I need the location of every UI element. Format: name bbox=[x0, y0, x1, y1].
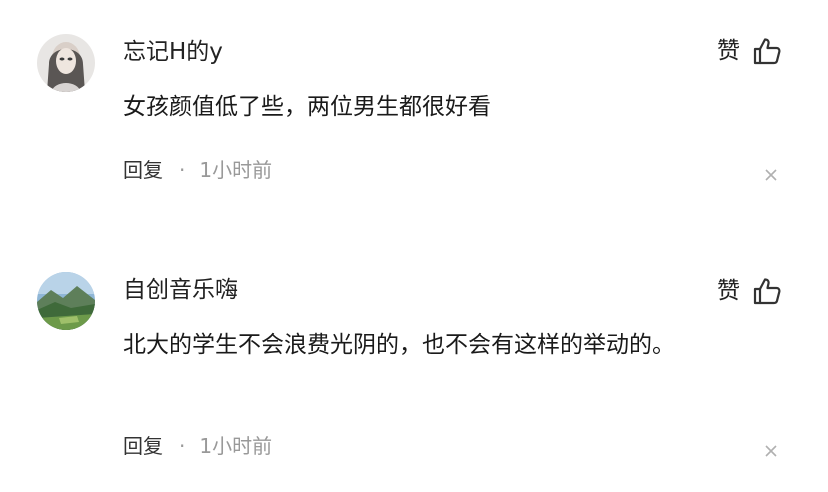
like-label: 赞 bbox=[717, 38, 740, 64]
reply-button[interactable]: 回复 bbox=[123, 434, 163, 458]
comment-meta: 回复 · 1小时前 bbox=[123, 158, 272, 182]
like-label: 赞 bbox=[717, 278, 740, 304]
separator-dot: · bbox=[179, 434, 186, 458]
close-icon[interactable] bbox=[764, 444, 778, 458]
comment-list: 忘记H的y 赞 女孩颜值低了些，两位男生都很好看 回复 · 1小时前 自创音乐嗨… bbox=[0, 0, 828, 492]
timestamp: 1小时前 bbox=[199, 158, 273, 182]
avatar-portrait-image bbox=[37, 34, 95, 92]
user-avatar[interactable] bbox=[37, 272, 95, 330]
separator-dot: · bbox=[179, 158, 186, 182]
avatar-landscape-image bbox=[37, 272, 95, 330]
thumbs-up-icon bbox=[752, 36, 782, 66]
like-button[interactable]: 赞 bbox=[717, 36, 782, 66]
user-avatar[interactable] bbox=[37, 34, 95, 92]
thumbs-up-icon bbox=[752, 276, 782, 306]
reply-button[interactable]: 回复 bbox=[123, 158, 163, 182]
timestamp: 1小时前 bbox=[199, 434, 273, 458]
comment-item: 忘记H的y 赞 女孩颜值低了些，两位男生都很好看 回复 · 1小时前 bbox=[0, 0, 828, 246]
like-button[interactable]: 赞 bbox=[717, 276, 782, 306]
comment-item: 自创音乐嗨 赞 北大的学生不会浪费光阴的，也不会有这样的举动的。 回复 · 1小… bbox=[0, 246, 828, 492]
username[interactable]: 忘记H的y bbox=[123, 38, 223, 66]
username[interactable]: 自创音乐嗨 bbox=[123, 276, 238, 304]
comment-text: 女孩颜值低了些，两位男生都很好看 bbox=[123, 94, 491, 120]
close-icon[interactable] bbox=[764, 168, 778, 182]
comment-meta: 回复 · 1小时前 bbox=[123, 434, 272, 458]
comment-text: 北大的学生不会浪费光阴的，也不会有这样的举动的。 bbox=[123, 332, 675, 358]
